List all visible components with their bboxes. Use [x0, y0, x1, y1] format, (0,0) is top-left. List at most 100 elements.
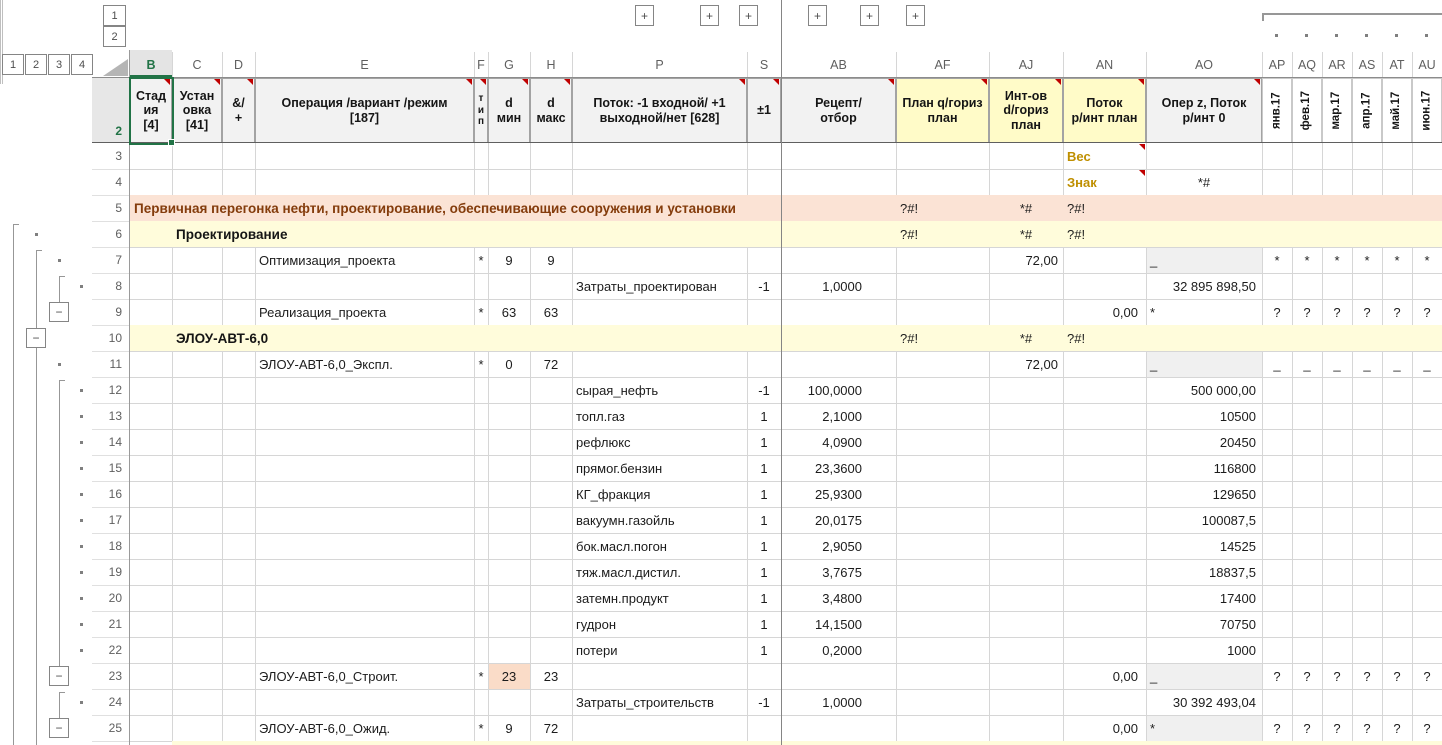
row-header-21[interactable]: 21	[92, 611, 129, 637]
cell-F23[interactable]: *	[474, 663, 488, 689]
column-header-C[interactable]: C	[172, 50, 222, 77]
row-header-12[interactable]: 12	[92, 377, 129, 403]
cell-AN5[interactable]: ?#!	[1063, 195, 1146, 221]
cell-AS2[interactable]: апр.17	[1352, 78, 1382, 143]
column-header-AQ[interactable]: AQ	[1292, 50, 1322, 77]
cell-AQ2[interactable]: фев.17	[1292, 78, 1322, 143]
cell-P24[interactable]: Затраты_строительств	[572, 689, 747, 715]
cell-S19[interactable]: 1	[747, 559, 781, 585]
cell-AO2[interactable]: Опер z, Поток р/инт 0	[1146, 78, 1262, 143]
cell-E2[interactable]: Операция /вариант /режим [187]	[255, 78, 474, 143]
collapse-row-group-button-row25[interactable]: −	[49, 718, 69, 738]
cell-AT2[interactable]: май.17	[1382, 78, 1412, 143]
cell-AU2[interactable]: июн.17	[1412, 78, 1442, 143]
expand-column-group-button[interactable]: +	[635, 5, 654, 26]
cell-D2[interactable]: &/ +	[222, 78, 255, 143]
collapse-row-group-button-row23[interactable]: −	[49, 666, 69, 686]
cell-AB12[interactable]: 100,0000	[781, 377, 896, 403]
row-header-17[interactable]: 17	[92, 507, 129, 533]
cell-P13[interactable]: топл.газ	[572, 403, 747, 429]
cell-AO16[interactable]: 129650	[1146, 481, 1262, 507]
cell-AO8[interactable]: 32 895 898,50	[1146, 273, 1262, 299]
cell-AR23[interactable]: ?	[1322, 663, 1352, 689]
cell-AN2[interactable]: Поток р/инт план	[1063, 78, 1146, 143]
cell-AN23[interactable]: 0,00	[1063, 663, 1146, 689]
cell-S13[interactable]: 1	[747, 403, 781, 429]
cell-P8[interactable]: Затраты_проектирован	[572, 273, 747, 299]
cell-AJ10[interactable]: *#	[989, 325, 1063, 351]
cell-AQ25[interactable]: ?	[1292, 715, 1322, 741]
cell-AU23[interactable]: ?	[1412, 663, 1442, 689]
row-header-24[interactable]: 24	[92, 689, 129, 715]
row-header-5[interactable]: 5	[92, 195, 129, 221]
fill-handle[interactable]	[168, 139, 175, 146]
row-header-25[interactable]: 25	[92, 715, 129, 741]
column-header-P[interactable]: P	[572, 50, 747, 77]
cell-AR7[interactable]: *	[1322, 247, 1352, 273]
cell-AR2[interactable]: мар.17	[1322, 78, 1352, 143]
cell-E23[interactable]: ЭЛОУ-АВТ-6,0_Строит.	[255, 663, 474, 689]
row-outline-level-2-button[interactable]: 2	[25, 54, 47, 75]
cell-AJ6[interactable]: *#	[989, 221, 1063, 247]
cell-AS25[interactable]: ?	[1352, 715, 1382, 741]
cell-C2[interactable]: Устан овка [41]	[172, 78, 222, 143]
column-header-AT[interactable]: AT	[1382, 50, 1412, 77]
cell-AB24[interactable]: 1,0000	[781, 689, 896, 715]
cell-AB13[interactable]: 2,1000	[781, 403, 896, 429]
row-header-6[interactable]: 6	[92, 221, 129, 247]
cell-AR9[interactable]: ?	[1322, 299, 1352, 325]
expand-column-group-button[interactable]: +	[860, 5, 879, 26]
cell-P22[interactable]: потери	[572, 637, 747, 663]
column-header-E[interactable]: E	[255, 50, 474, 77]
expand-column-group-button[interactable]: +	[700, 5, 719, 26]
cell-P18[interactable]: бок.масл.погон	[572, 533, 747, 559]
cell-AB14[interactable]: 4,0900	[781, 429, 896, 455]
column-header-AS[interactable]: AS	[1352, 50, 1382, 77]
cell-AB20[interactable]: 3,4800	[781, 585, 896, 611]
column-outline-level-2-button[interactable]: 2	[103, 26, 126, 47]
cell-AO13[interactable]: 10500	[1146, 403, 1262, 429]
column-header-AO[interactable]: AO	[1146, 50, 1262, 77]
cell-H23[interactable]: 23	[530, 663, 572, 689]
cell-AF6[interactable]: ?#!	[896, 221, 989, 247]
cell-AB22[interactable]: 0,2000	[781, 637, 896, 663]
row-outline-level-4-button[interactable]: 4	[71, 54, 93, 75]
cell-AT25[interactable]: ?	[1382, 715, 1412, 741]
cell-G23[interactable]: 23	[488, 663, 530, 689]
row-header-10[interactable]: 10	[92, 325, 129, 351]
cell-AR11[interactable]: _	[1322, 351, 1352, 377]
cell-AN6[interactable]: ?#!	[1063, 221, 1146, 247]
expand-column-group-button[interactable]: +	[739, 5, 758, 26]
cell-H7[interactable]: 9	[530, 247, 572, 273]
cell-S24[interactable]: -1	[747, 689, 781, 715]
cell-AN10[interactable]: ?#!	[1063, 325, 1146, 351]
row-header-8[interactable]: 8	[92, 273, 129, 299]
cell-AO25[interactable]: *	[1146, 715, 1262, 741]
cell-AR25[interactable]: ?	[1322, 715, 1352, 741]
row-header-23[interactable]: 23	[92, 663, 129, 689]
cell-S22[interactable]: 1	[747, 637, 781, 663]
cell-AO20[interactable]: 17400	[1146, 585, 1262, 611]
cell-E25[interactable]: ЭЛОУ-АВТ-6,0_Ожид.	[255, 715, 474, 741]
row-header-11[interactable]: 11	[92, 351, 129, 377]
cell-AB8[interactable]: 1,0000	[781, 273, 896, 299]
cell-AQ23[interactable]: ?	[1292, 663, 1322, 689]
cell-S21[interactable]: 1	[747, 611, 781, 637]
cell-P19[interactable]: тяж.масл.дистил.	[572, 559, 747, 585]
cell-H2[interactable]: d макс	[530, 78, 572, 143]
cell-AS23[interactable]: ?	[1352, 663, 1382, 689]
cell-P2[interactable]: Поток: -1 входной/ +1 выходной/нет [628]	[572, 78, 747, 143]
cell-AN3[interactable]: Вес	[1063, 143, 1146, 169]
cell-H9[interactable]: 63	[530, 299, 572, 325]
cell-S18[interactable]: 1	[747, 533, 781, 559]
row-header-2[interactable]: 2	[92, 78, 129, 143]
cell-G11[interactable]: 0	[488, 351, 530, 377]
cell-G25[interactable]: 9	[488, 715, 530, 741]
cell-F25[interactable]: *	[474, 715, 488, 741]
cell-F7[interactable]: *	[474, 247, 488, 273]
cell-AQ7[interactable]: *	[1292, 247, 1322, 273]
cell-AF10[interactable]: ?#!	[896, 325, 989, 351]
column-header-AJ[interactable]: AJ	[989, 50, 1063, 77]
cell-G9[interactable]: 63	[488, 299, 530, 325]
cell-AJ7[interactable]: 72,00	[989, 247, 1063, 273]
